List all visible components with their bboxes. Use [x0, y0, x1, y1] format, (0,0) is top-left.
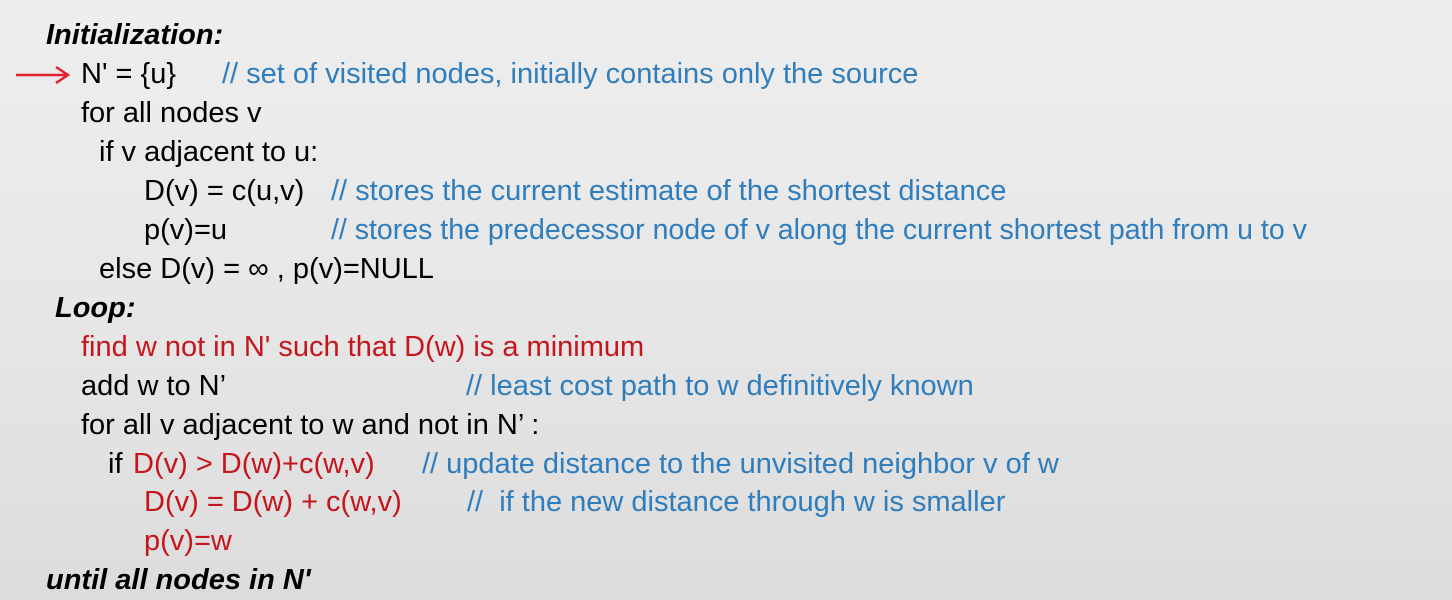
init-visited-set-comment: // set of visited nodes, initially conta…: [222, 58, 919, 90]
loop-if-condition: D(v) > D(w)+c(w,v): [133, 448, 375, 480]
loop-add-w: add w to N’: [81, 370, 227, 402]
loop-predecessor-update: p(v)=w: [144, 525, 232, 557]
loop-add-w-comment: // least cost path to w definitively kno…: [466, 370, 974, 402]
init-for-all-nodes: for all nodes v: [81, 97, 262, 129]
loop-for-all-adjacent: for all v adjacent to w and not in N’ :: [81, 409, 540, 441]
init-else-infinity: else D(v) = ∞ , p(v)=NULL: [99, 253, 434, 285]
init-if-adjacent: if v adjacent to u:: [99, 136, 319, 168]
loop-heading: Loop:: [55, 292, 136, 324]
loop-distance-update-comment: // if the new distance through w is smal…: [467, 486, 1006, 518]
loop-find-minimum: find w not in N' such that D(w) is a min…: [81, 331, 645, 363]
pseudocode-slide: Initialization: N' = {u} // set of visit…: [0, 0, 1452, 600]
until-footer: until all nodes in N': [46, 564, 311, 596]
loop-if-keyword: if: [108, 448, 123, 480]
initialization-heading: Initialization:: [46, 19, 224, 51]
init-predecessor-comment: // stores the predecessor node of v alon…: [331, 214, 1307, 246]
loop-distance-update: D(v) = D(w) + c(w,v): [144, 486, 402, 518]
init-predecessor-assign: p(v)=u: [144, 214, 228, 246]
init-distance-comment: // stores the current estimate of the sh…: [331, 175, 1007, 207]
init-distance-assign: D(v) = c(u,v): [144, 175, 305, 207]
init-visited-set-code: N' = {u}: [81, 58, 177, 90]
right-arrow-icon: [16, 65, 71, 85]
loop-if-comment: // update distance to the unvisited neig…: [422, 448, 1059, 480]
